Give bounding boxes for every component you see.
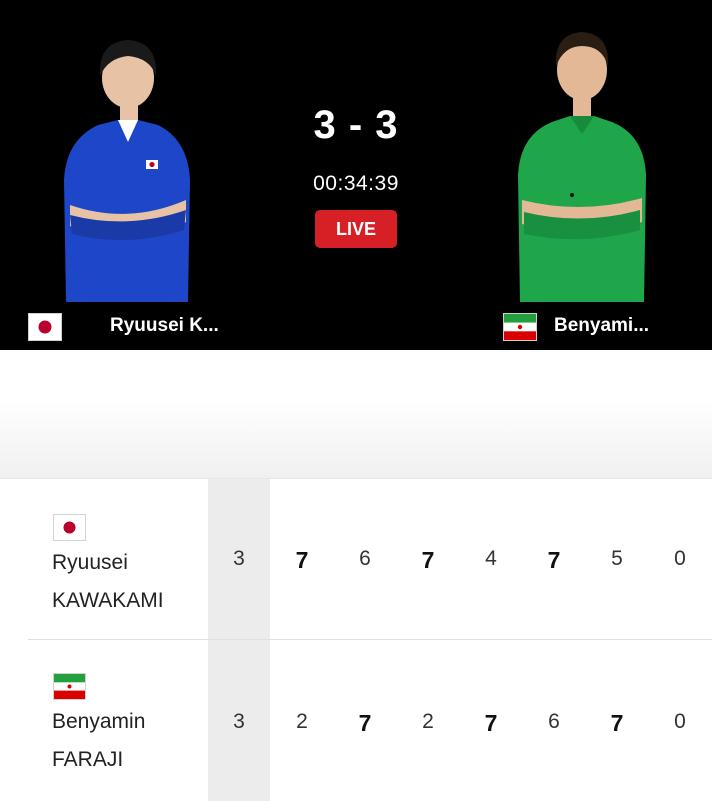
game-score: 5 bbox=[611, 547, 623, 570]
table-row[interactable]: Ryuusei KAWAKAMI 3 7 6 7 4 7 5 0 bbox=[0, 479, 712, 639]
game-score: 0 bbox=[674, 547, 686, 570]
game-score: 0 bbox=[674, 710, 686, 733]
match-center-info: 3 - 3 00:34:39 LIVE bbox=[256, 100, 456, 248]
right-player-name[interactable]: Benyami... bbox=[554, 315, 649, 337]
match-header: 3 - 3 00:34:39 LIVE Ryuusei K... Benyami… bbox=[0, 0, 712, 350]
game-score: 2 bbox=[422, 710, 434, 733]
iran-flag-icon bbox=[53, 673, 86, 700]
iran-flag-icon bbox=[503, 313, 537, 341]
games-won: 3 bbox=[233, 547, 245, 570]
match-score: 3 - 3 bbox=[313, 103, 399, 147]
game-score: 2 bbox=[296, 710, 308, 733]
game-score: 7 bbox=[295, 547, 309, 573]
game-score: 7 bbox=[484, 710, 498, 736]
match-timer: 00:34:39 bbox=[313, 172, 399, 195]
japan-flag-icon bbox=[28, 313, 62, 341]
table-row[interactable]: Benyamin FARAJI 3 2 7 2 7 6 7 0 bbox=[0, 640, 712, 800]
live-badge[interactable]: LIVE bbox=[315, 210, 397, 248]
game-score: 7 bbox=[547, 547, 561, 573]
player-photo-left bbox=[64, 40, 190, 302]
player-photo-right bbox=[518, 32, 646, 302]
player-first-name: Ryuusei bbox=[52, 551, 128, 574]
scoreboard-table: Ryuusei KAWAKAMI 3 7 6 7 4 7 5 0 Benyami… bbox=[0, 478, 712, 801]
left-player-name[interactable]: Ryuusei K... bbox=[110, 315, 219, 337]
games-won: 3 bbox=[233, 710, 245, 733]
game-score: 6 bbox=[359, 547, 371, 570]
game-score: 4 bbox=[485, 547, 497, 570]
player-last-name: KAWAKAMI bbox=[52, 589, 164, 612]
player-first-name: Benyamin bbox=[52, 710, 146, 733]
player-last-name: FARAJI bbox=[52, 748, 124, 771]
game-score: 6 bbox=[548, 710, 560, 733]
section-spacer bbox=[0, 350, 712, 478]
game-score: 7 bbox=[358, 710, 372, 736]
japan-flag-icon bbox=[53, 514, 86, 541]
game-score: 7 bbox=[610, 710, 624, 736]
game-score: 7 bbox=[421, 547, 435, 573]
